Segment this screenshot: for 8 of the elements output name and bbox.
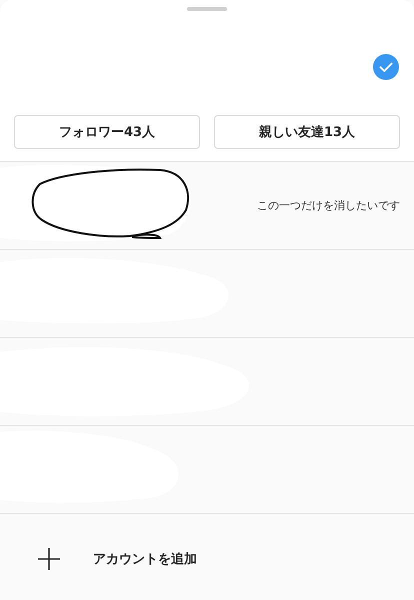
audience-button[interactable]: フォロワー43人 <box>14 115 200 149</box>
handwritten-note: この一つだけを消したいです <box>257 198 400 213</box>
drag-handle[interactable] <box>187 7 227 11</box>
check-icon[interactable] <box>373 54 399 80</box>
plus-icon[interactable] <box>38 548 60 570</box>
add-account-link[interactable]: アカウントを追加 <box>93 550 197 568</box>
account-row[interactable]: この一つだけを消したいです <box>0 162 414 250</box>
audience-button[interactable]: 親しい友達13人 <box>214 115 400 149</box>
